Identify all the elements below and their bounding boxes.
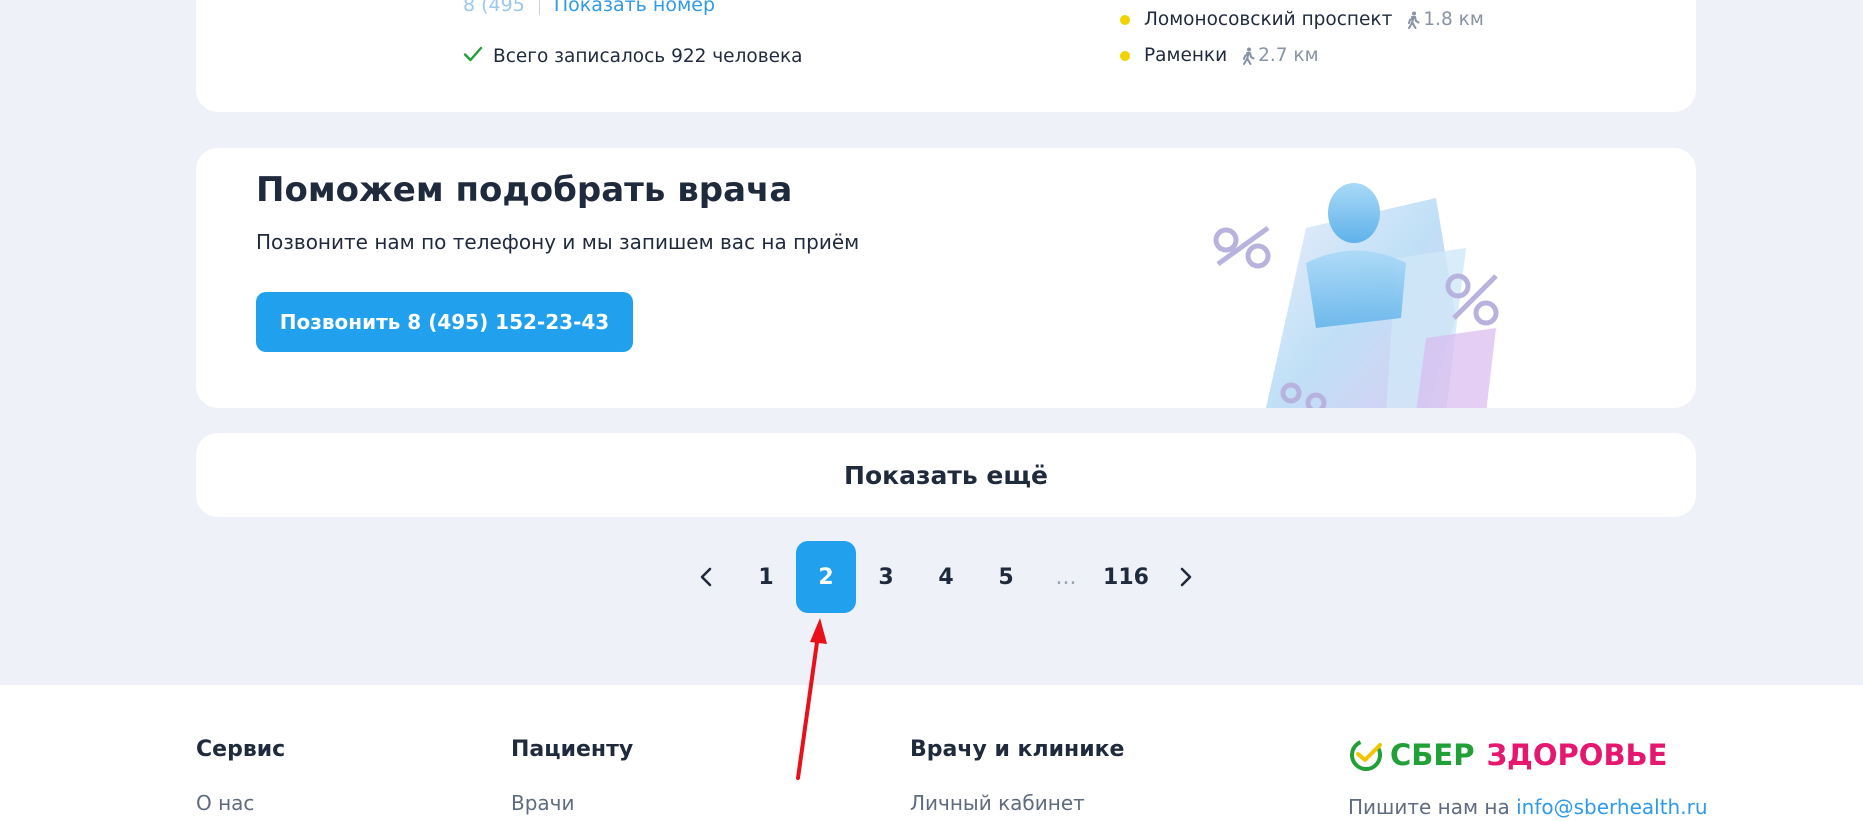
phone-row: 8 (495 Показать номер [463, 0, 715, 16]
metro-distance: 2.7 км [1241, 45, 1319, 66]
logo-sber-text: СБЕР [1390, 738, 1475, 772]
page-button-3[interactable]: 3 [856, 541, 916, 613]
call-button[interactable]: Позвонить 8 (495) 152-23-43 [256, 292, 633, 352]
metro-item: Раменки 2.7 км [1120, 45, 1319, 66]
footer-column-title: Сервис [196, 737, 286, 762]
chevron-right-icon [1180, 567, 1192, 587]
metro-dot-icon [1120, 50, 1130, 61]
sber-logo-icon [1350, 739, 1382, 771]
page-button-4[interactable]: 4 [916, 541, 976, 613]
pagination: 1 2 3 4 5 ... 116 [0, 541, 1863, 613]
footer-link-cabinet[interactable]: Личный кабинет [910, 791, 1085, 815]
footer-link-doctors[interactable]: Врачи [511, 791, 575, 815]
divider [538, 0, 540, 15]
footer-column-title: Врачу и клинике [910, 737, 1125, 762]
check-icon [463, 46, 483, 67]
footer: Сервис О нас Пациенту Врачи Врачу и клин… [0, 685, 1863, 821]
promo-subtitle: Позвоните нам по телефону и мы запишем в… [256, 230, 860, 254]
logo-health-text: ЗДОРОВЬЕ [1486, 738, 1668, 772]
footer-column-title: Пациенту [511, 737, 634, 762]
page-button-2-current[interactable]: 2 [796, 541, 856, 613]
contact-line: Пишите нам на info@sberhealth.ru [1348, 795, 1708, 819]
metro-distance-value: 2.7 км [1258, 45, 1319, 66]
sberzdorovie-logo[interactable]: СБЕР ЗДОРОВЬЕ [1348, 737, 1667, 773]
walk-icon [1243, 47, 1255, 65]
prev-page-button[interactable] [676, 541, 736, 613]
show-more-button[interactable]: Показать ещё [196, 433, 1696, 517]
contact-prefix: Пишите нам на [1348, 795, 1510, 819]
contact-email-link[interactable]: info@sberhealth.ru [1516, 795, 1707, 819]
help-choose-doctor-card: Поможем подобрать врача Позвоните нам по… [196, 148, 1696, 408]
page-button-last[interactable]: 116 [1096, 541, 1156, 613]
page-button-1[interactable]: 1 [736, 541, 796, 613]
chevron-left-icon [700, 567, 712, 587]
promo-title: Поможем подобрать врача [256, 170, 793, 210]
metro-station: Ломоносовский проспект [1144, 9, 1393, 30]
metro-station: Раменки [1144, 45, 1228, 66]
phone-number-partial: 8 (495 [463, 0, 525, 16]
show-number-link[interactable]: Показать номер [554, 0, 715, 16]
metro-dot-icon [1120, 14, 1130, 25]
doctor-illustration [1213, 183, 1499, 408]
page-button-5[interactable]: 5 [976, 541, 1036, 613]
booked-text: Всего записалось 922 человека [493, 46, 803, 67]
booked-count: Всего записалось 922 человека [463, 46, 803, 67]
metro-distance: 1.8 км [1406, 9, 1484, 30]
metro-distance-value: 1.8 км [1423, 9, 1484, 30]
metro-item: Ломоносовский проспект 1.8 км [1120, 9, 1484, 30]
pagination-ellipsis: ... [1055, 564, 1077, 590]
walk-icon [1408, 11, 1420, 29]
footer-link-about[interactable]: О нас [196, 791, 254, 815]
next-page-button[interactable] [1156, 541, 1216, 613]
